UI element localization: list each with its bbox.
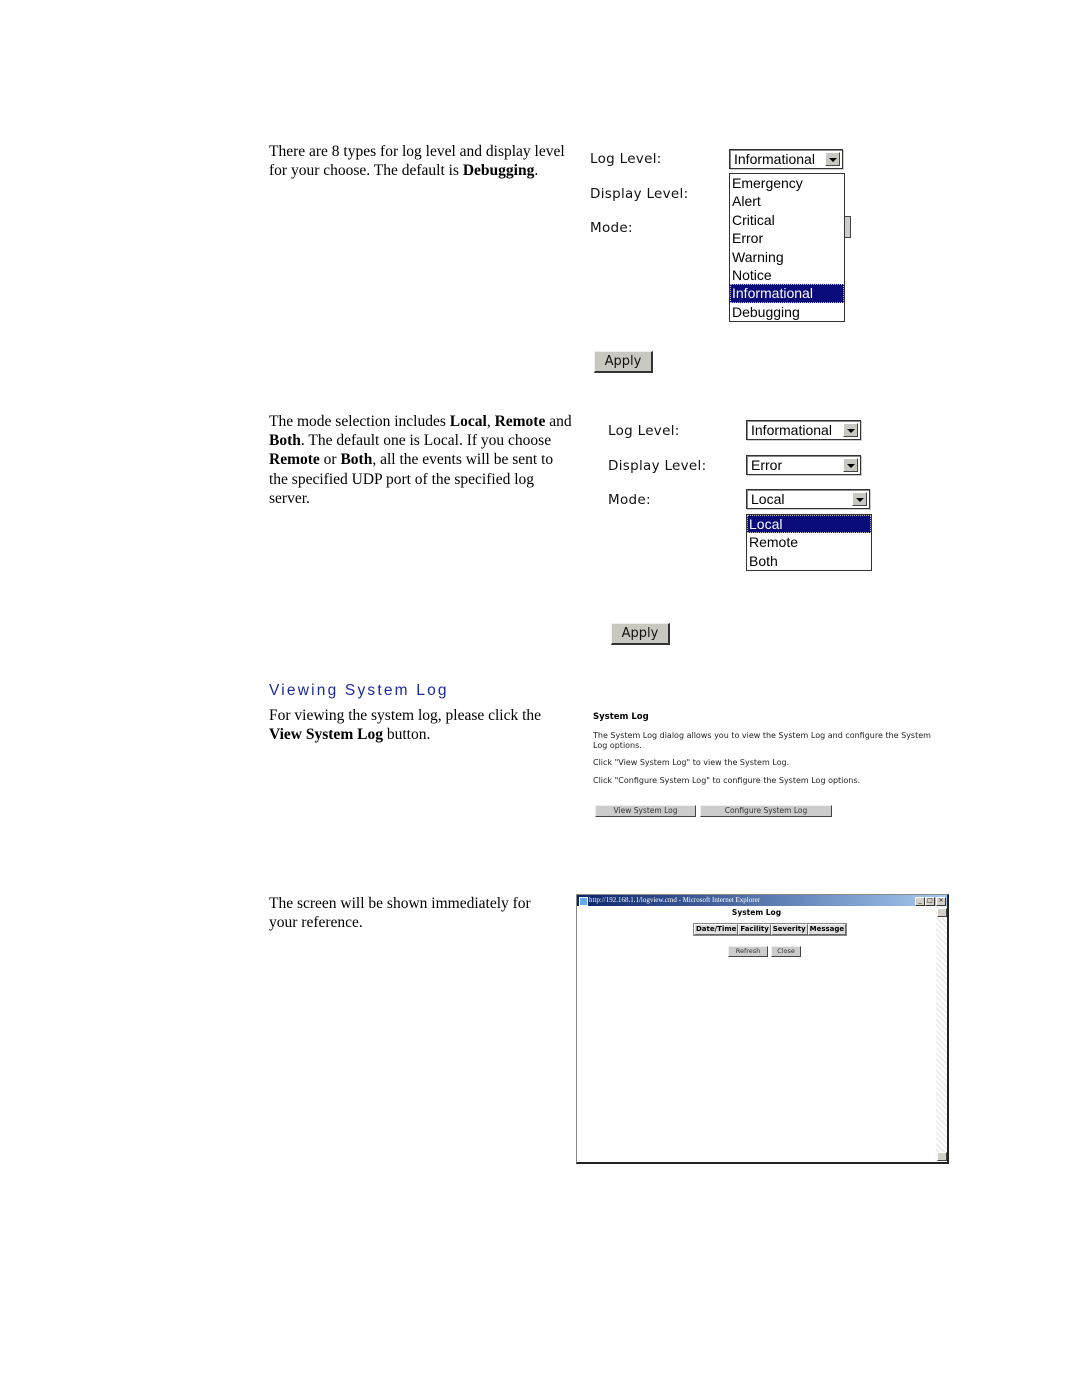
chevron-down-icon[interactable]	[825, 152, 840, 166]
default-level-bold: Debugging	[462, 162, 535, 180]
close-button[interactable]: Close	[771, 946, 801, 957]
log-level-label: Log Level:	[590, 151, 662, 167]
apply-button[interactable]: Apply	[594, 351, 653, 373]
mode-select[interactable]: Local	[746, 489, 870, 509]
view-hint: Click "View System Log" to view the Syst…	[593, 758, 790, 767]
bold-text: Both	[340, 451, 373, 469]
system-log-title: System Log	[593, 712, 649, 722]
bold-text: View System Log	[269, 726, 383, 744]
scroll-down-icon[interactable]	[937, 1152, 947, 1161]
log-level-dropdown-list[interactable]: Emergency Alert Critical Error Warning N…	[729, 173, 845, 322]
ie-logo-icon	[579, 897, 588, 906]
dropdown-option[interactable]: Remote	[747, 533, 871, 551]
text: . The default one is Local. If you choos…	[300, 432, 552, 450]
log-level-label: Log Level:	[608, 423, 680, 439]
dropdown-option[interactable]: Emergency	[730, 174, 844, 192]
display-level-label: Display Level:	[608, 458, 707, 474]
display-level-select[interactable]: Error	[746, 455, 861, 475]
log-level-select[interactable]: Informational	[729, 149, 843, 169]
text: button.	[382, 726, 431, 744]
view-system-log-button[interactable]: View System Log	[595, 805, 696, 817]
log-level-value: Informational	[751, 422, 832, 438]
configure-hint: Click "Configure System Log" to configur…	[593, 776, 861, 785]
log-level-description: There are 8 types for log level and disp…	[269, 142, 569, 180]
text: .	[534, 162, 539, 180]
dropdown-option[interactable]: Debugging	[730, 303, 844, 321]
column-header: Date/Time	[694, 924, 739, 935]
text: or	[319, 451, 341, 469]
column-header: Facility	[738, 924, 771, 935]
system-log-description: The System Log dialog allows you to view…	[593, 731, 931, 750]
mode-label: Mode:	[608, 492, 651, 508]
chevron-down-icon[interactable]	[852, 492, 867, 506]
title-bar: http://192.168.1.1/logview.cmd - Microso…	[577, 895, 947, 906]
dropdown-option[interactable]: Notice	[730, 266, 844, 284]
column-header: Message	[807, 924, 847, 935]
dropdown-option[interactable]: Both	[747, 552, 871, 570]
apply-button[interactable]: Apply	[611, 623, 670, 645]
text: For viewing the system log, please click…	[269, 707, 542, 724]
scroll-up-icon[interactable]	[937, 908, 947, 917]
screen-description: The screen will be shown immediately for…	[269, 895, 531, 932]
dropdown-option-selected[interactable]: Informational	[730, 284, 844, 303]
refresh-button[interactable]: Refresh	[728, 946, 768, 957]
dropdown-option[interactable]: Warning	[730, 248, 844, 266]
column-header: Severity	[770, 924, 808, 935]
maximize-icon[interactable]: □	[925, 897, 935, 906]
section-heading: Viewing System Log	[269, 682, 449, 699]
minimize-icon[interactable]: _	[915, 897, 925, 906]
log-table-header: Date/Time Facility Severity Message	[693, 923, 848, 936]
mode-label: Mode:	[590, 220, 633, 236]
bold-text: Local	[449, 413, 487, 430]
page-title: System Log	[731, 908, 782, 917]
dropdown-option-selected[interactable]: Local	[747, 515, 871, 534]
bold-text: Both	[269, 432, 301, 450]
display-level-value: Error	[751, 457, 783, 473]
text: ,	[486, 413, 495, 430]
log-level-select[interactable]: Informational	[746, 420, 861, 440]
browser-window: http://192.168.1.1/logview.cmd - Microso…	[576, 894, 949, 1164]
configure-system-log-button[interactable]: Configure System Log	[700, 805, 832, 817]
view-log-description: For viewing the system log, please click…	[269, 706, 569, 744]
chevron-down-icon[interactable]	[843, 458, 858, 472]
bold-text: Remote	[494, 413, 546, 430]
log-level-value: Informational	[734, 151, 815, 167]
mode-description: The mode selection includes Local, Remot…	[269, 412, 574, 508]
mode-value: Local	[751, 491, 785, 507]
dropdown-option[interactable]: Critical	[730, 211, 844, 229]
display-level-label: Display Level:	[590, 186, 689, 202]
text: and	[545, 413, 572, 430]
chevron-down-icon[interactable]	[843, 423, 858, 437]
vertical-scrollbar[interactable]	[936, 906, 947, 1162]
window-title: http://192.168.1.1/logview.cmd - Microso…	[589, 896, 761, 904]
dropdown-option[interactable]: Error	[730, 229, 844, 247]
text: The mode selection includes	[269, 413, 450, 430]
close-icon[interactable]: ×	[936, 897, 946, 906]
bold-text: Remote	[269, 451, 320, 469]
dropdown-option[interactable]: Alert	[730, 192, 844, 210]
mode-dropdown-list[interactable]: Local Remote Both	[746, 514, 872, 571]
